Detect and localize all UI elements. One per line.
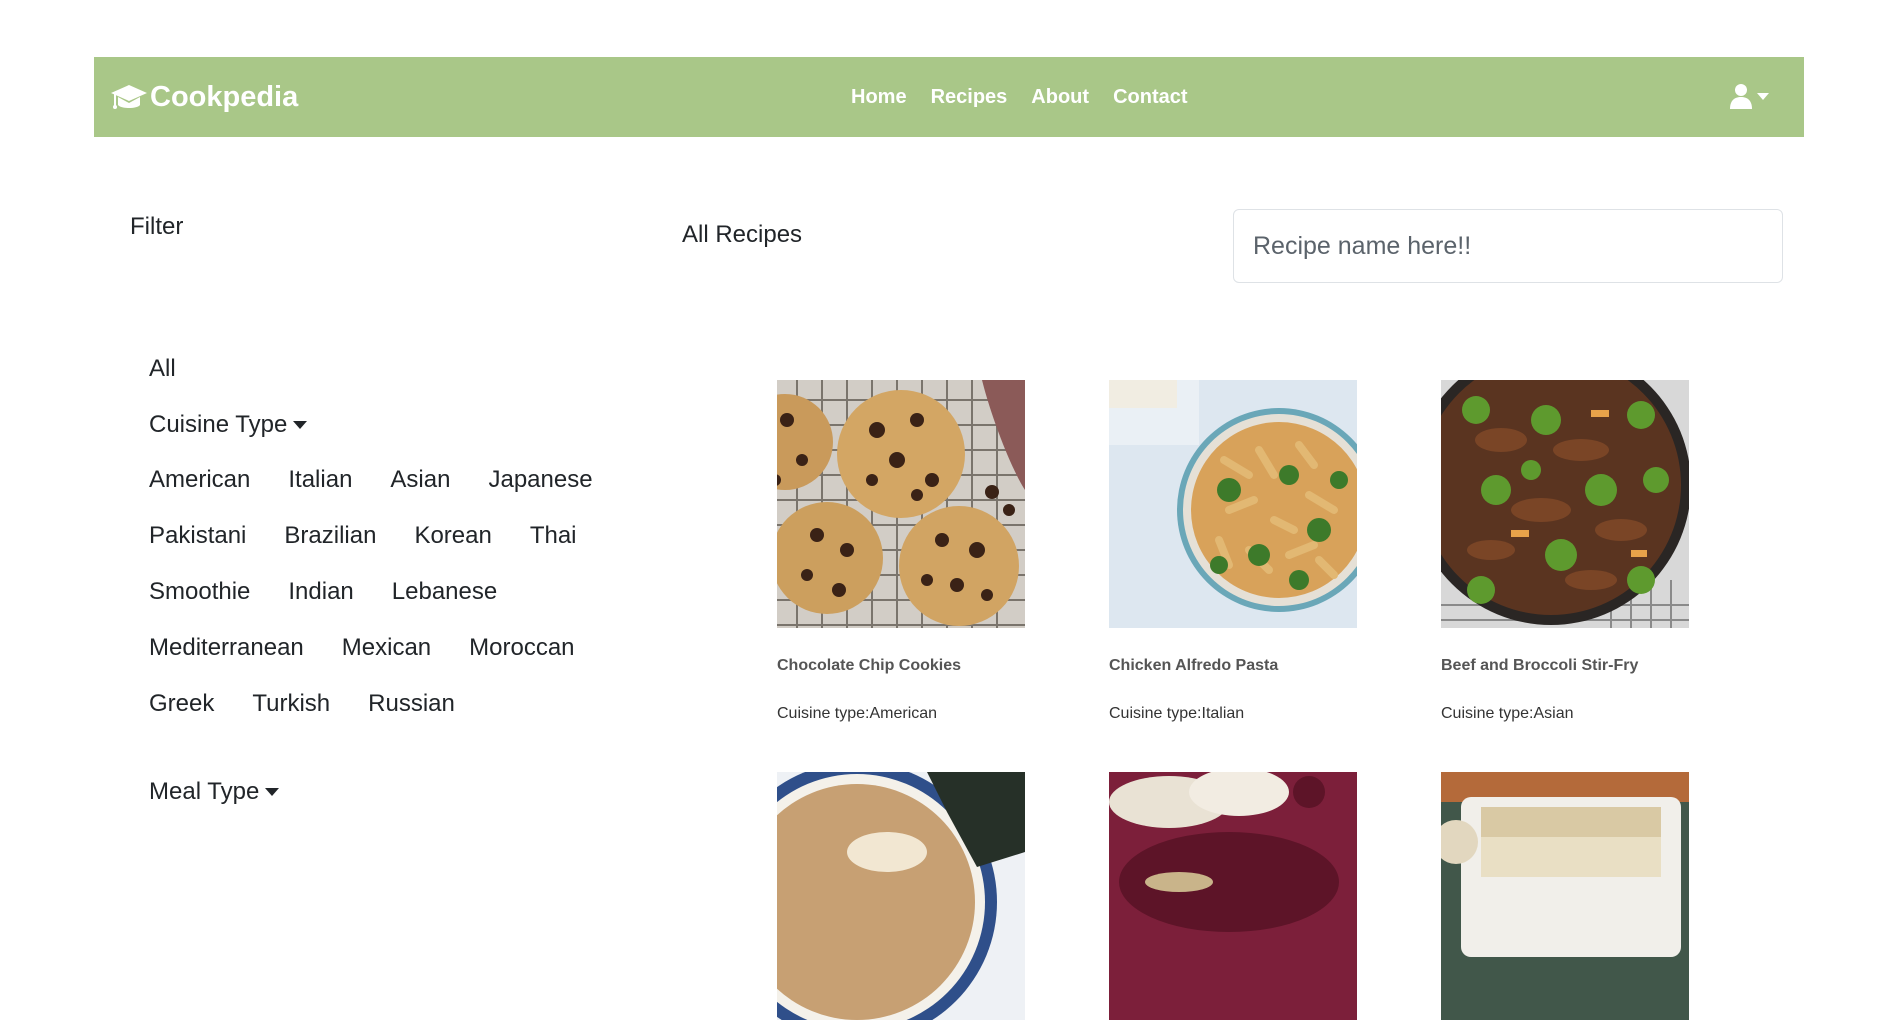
brand-link[interactable]: Cookpedia (110, 79, 298, 115)
cuisine-row: Pakistani Brazilian Korean Thai (149, 522, 649, 578)
cuisine-item-greek[interactable]: Greek (149, 690, 214, 718)
filter-title: Filter (130, 213, 184, 240)
nav-link-home[interactable]: Home (851, 86, 907, 109)
cuisine-item-mexican[interactable]: Mexican (342, 634, 431, 662)
recipe-card (777, 772, 1025, 1020)
recipe-cuisine: Cuisine type:Italian (1109, 705, 1245, 722)
recipe-cuisine: Cuisine type:Asian (1441, 705, 1574, 722)
cuisine-item-indian[interactable]: Indian (288, 578, 353, 606)
chevron-down-icon (1757, 92, 1769, 100)
cuisine-item-pakistani[interactable]: Pakistani (149, 522, 246, 550)
recipe-card: Chicken Alfredo Pasta Cuisine type:Itali… (1109, 380, 1357, 722)
cuisine-item-russian[interactable]: Russian (368, 690, 455, 718)
nav-link-about[interactable]: About (1031, 86, 1089, 109)
user-icon (1730, 84, 1752, 109)
nav-link-recipes[interactable]: Recipes (931, 86, 1008, 109)
filter-all[interactable]: All (149, 355, 176, 383)
recipe-image-casserole[interactable] (1441, 772, 1689, 1020)
cuisine-row: Smoothie Indian Lebanese (149, 578, 649, 634)
cuisine-item-brazilian[interactable]: Brazilian (284, 522, 376, 550)
recipe-title[interactable]: Beef and Broccoli Stir-Fry (1441, 657, 1638, 675)
brand-name: Cookpedia (150, 80, 299, 113)
cuisine-item-italian[interactable]: Italian (288, 466, 352, 494)
recipe-image-cookies[interactable] (777, 380, 1025, 628)
meal-type-dropdown[interactable]: Meal Type (149, 778, 280, 806)
meal-type-label: Meal Type (149, 778, 260, 805)
cuisine-item-japanese[interactable]: Japanese (488, 466, 592, 494)
caret-down-icon (265, 788, 280, 796)
recipe-title[interactable]: Chocolate Chip Cookies (777, 657, 961, 675)
cuisine-row: Mediterranean Mexican Moroccan (149, 634, 649, 690)
caret-down-icon (293, 421, 308, 429)
cuisine-type-dropdown[interactable]: Cuisine Type (149, 411, 308, 439)
nav-link-contact[interactable]: Contact (1113, 86, 1187, 109)
graduation-cap-icon (111, 85, 147, 109)
cuisine-item-moroccan[interactable]: Moroccan (469, 634, 574, 662)
recipe-title[interactable]: Chicken Alfredo Pasta (1109, 657, 1278, 675)
cuisine-item-asian[interactable]: Asian (390, 466, 450, 494)
page-title: All Recipes (682, 221, 803, 248)
cuisine-item-smoothie[interactable]: Smoothie (149, 578, 250, 606)
cuisine-item-american[interactable]: American (149, 466, 250, 494)
recipe-card (1109, 772, 1357, 1020)
recipe-image-stir-fry[interactable] (1441, 380, 1689, 628)
cuisine-item-lebanese[interactable]: Lebanese (392, 578, 497, 606)
cuisine-row: Greek Turkish Russian (149, 690, 649, 746)
cuisine-item-mediterranean[interactable]: Mediterranean (149, 634, 304, 662)
recipe-image-flatbread[interactable] (1109, 772, 1357, 1020)
navbar: Cookpedia Home Recipes About Contact (94, 57, 1804, 137)
search-input[interactable] (1233, 209, 1783, 283)
nav-links: Home Recipes About Contact (839, 57, 1200, 137)
recipe-cuisine: Cuisine type:American (777, 705, 938, 722)
recipe-card: Chocolate Chip Cookies Cuisine type:Amer… (777, 380, 1025, 722)
recipe-card: Beef and Broccoli Stir-Fry Cuisine type:… (1441, 380, 1689, 722)
cuisine-list: American Italian Asian Japanese Pakistan… (149, 466, 649, 746)
recipe-image-ramen[interactable] (777, 772, 1025, 1020)
cuisine-item-thai[interactable]: Thai (530, 522, 577, 550)
recipe-card (1441, 772, 1689, 1020)
cuisine-row: American Italian Asian Japanese (149, 466, 649, 522)
recipe-image-pasta[interactable] (1109, 380, 1357, 628)
cuisine-item-korean[interactable]: Korean (414, 522, 491, 550)
cuisine-item-turkish[interactable]: Turkish (252, 690, 330, 718)
user-menu-toggle[interactable] (1730, 83, 1769, 109)
cuisine-type-label: Cuisine Type (149, 411, 288, 438)
